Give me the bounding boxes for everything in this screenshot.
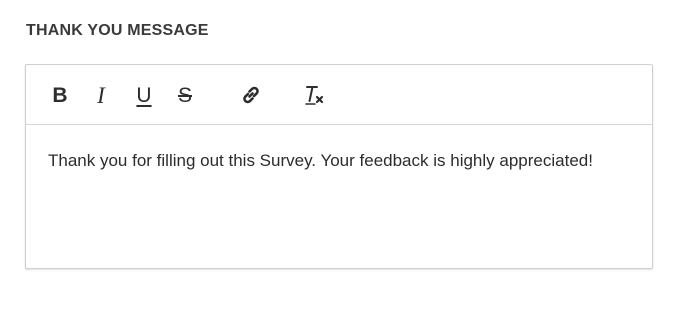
clear-formatting-button[interactable] — [301, 81, 329, 109]
italic-button[interactable]: I — [87, 81, 115, 109]
underline-button[interactable]: U — [130, 81, 158, 109]
rich-text-editor: B I U S Thank you for filling out this S… — [25, 64, 653, 269]
section-label: THANK YOU MESSAGE — [26, 22, 209, 39]
link-icon — [239, 83, 263, 107]
strikethrough-icon: S — [177, 83, 192, 107]
clear-formatting-icon — [302, 82, 328, 108]
link-button[interactable] — [237, 81, 265, 109]
bold-icon: B — [52, 83, 68, 107]
strikethrough-button[interactable]: S — [171, 81, 199, 109]
italic-icon: I — [97, 82, 105, 108]
editor-content[interactable]: Thank you for filling out this Survey. Y… — [48, 147, 628, 174]
underline-icon: U — [136, 83, 152, 107]
editor-toolbar: B I U S — [26, 65, 652, 125]
bold-button[interactable]: B — [46, 81, 74, 109]
